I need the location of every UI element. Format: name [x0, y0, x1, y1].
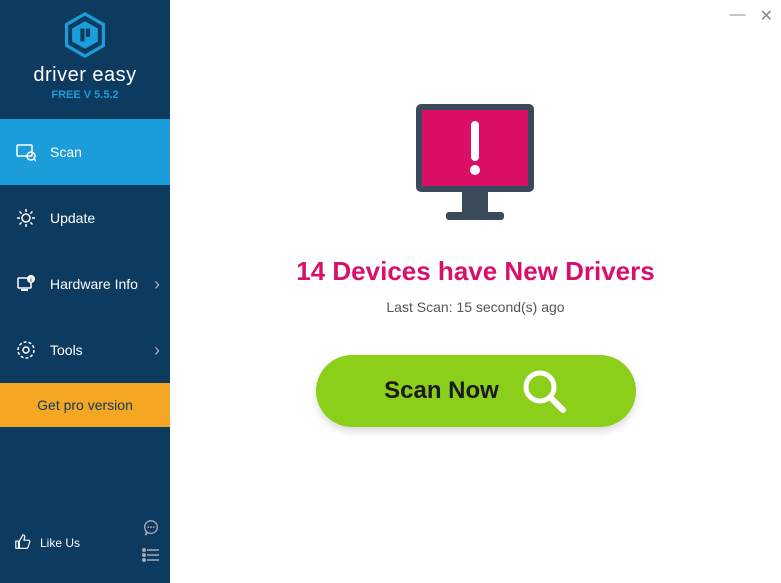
tools-icon: [16, 340, 36, 360]
scan-button-label: Scan Now: [384, 377, 499, 405]
monitor-alert-icon: [412, 100, 538, 230]
magnify-icon: [521, 368, 567, 414]
chevron-right-icon: ›: [154, 274, 160, 295]
scan-icon: [16, 142, 36, 162]
sidebar-item-label: Update: [50, 210, 95, 226]
sidebar-item-hardware-info[interactable]: i Hardware Info ›: [0, 251, 170, 317]
logo-section: driver easy FREE V 5.5.2: [0, 0, 170, 119]
brand-logo-icon: [62, 12, 108, 58]
main-content: — ✕ 14 Devices have New Drivers Last Sca…: [170, 0, 781, 583]
scan-now-button[interactable]: Scan Now: [316, 355, 636, 427]
status-hero: 14 Devices have New Drivers Last Scan: 1…: [296, 100, 654, 315]
sidebar-bottom: Like Us: [0, 505, 170, 583]
nav-items: Scan Update i Hardware Info › Tools › Ge…: [0, 119, 170, 505]
status-headline: 14 Devices have New Drivers: [296, 256, 654, 287]
version-label: FREE V 5.5.2: [51, 89, 118, 101]
thumbs-up-icon: [14, 533, 32, 554]
hardware-info-icon: i: [16, 274, 36, 294]
brand-name: driver easy: [33, 64, 136, 87]
feedback-icon[interactable]: [142, 519, 160, 542]
like-us-button[interactable]: Like Us: [14, 533, 80, 554]
menu-icon[interactable]: [142, 548, 160, 567]
window-controls: — ✕: [730, 6, 773, 26]
minimize-button[interactable]: —: [730, 6, 746, 26]
last-scan-text: Last Scan: 15 second(s) ago: [386, 299, 564, 315]
like-us-label: Like Us: [40, 536, 80, 550]
sidebar-item-tools[interactable]: Tools ›: [0, 317, 170, 383]
chevron-right-icon: ›: [154, 340, 160, 361]
sidebar-item-label: Hardware Info: [50, 276, 138, 292]
close-button[interactable]: ✕: [760, 6, 773, 26]
bottom-icons: [142, 519, 160, 567]
get-pro-button[interactable]: Get pro version: [0, 383, 170, 427]
sidebar-item-label: Scan: [50, 144, 82, 160]
pro-button-label: Get pro version: [37, 397, 133, 413]
sidebar-item-label: Tools: [50, 342, 83, 358]
sidebar-item-update[interactable]: Update: [0, 185, 170, 251]
sidebar-item-scan[interactable]: Scan: [0, 119, 170, 185]
sidebar: driver easy FREE V 5.5.2 Scan Update i H…: [0, 0, 170, 583]
gear-icon: [16, 208, 36, 228]
